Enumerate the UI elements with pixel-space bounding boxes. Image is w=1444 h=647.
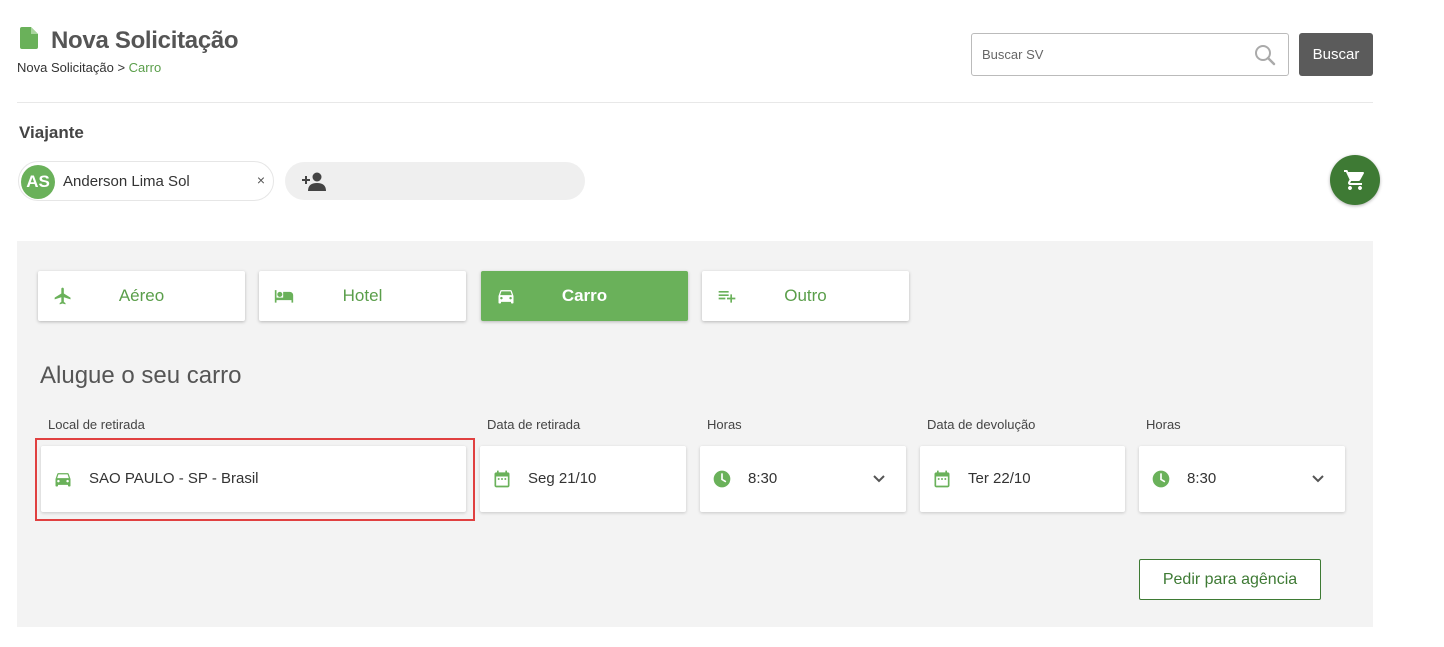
pickup-time-select[interactable]: 8:30 [700,446,906,512]
header-divider [17,102,1373,103]
airplane-icon [54,287,71,305]
breadcrumb-parent[interactable]: Nova Solicitação [17,60,114,75]
return-time-select[interactable]: 8:30 [1139,446,1345,512]
booking-panel: Aéreo Hotel Carro Outro Alugue o seu car… [17,241,1373,627]
playlist-add-icon [718,291,736,303]
return-date-value: Ter 22/10 [968,470,1031,487]
cart-icon [1344,170,1364,190]
car-icon [498,290,514,304]
avatar: AS [21,165,55,199]
search-icon[interactable] [1254,44,1276,66]
add-traveler-field[interactable] [285,162,585,200]
tab-aereo[interactable]: Aéreo [38,271,245,321]
search-box [971,33,1289,76]
clock-icon [713,470,731,488]
return-time-label: Horas [1146,417,1181,432]
return-date-label: Data de devolução [927,417,1036,432]
cart-button[interactable] [1330,155,1380,205]
form-title: Alugue o seu carro [40,362,242,389]
traveler-chip: AS Anderson Lima Sol × [18,161,274,201]
traveler-name: Anderson Lima Sol [63,173,190,190]
breadcrumb-separator: > [117,60,126,75]
breadcrumb-current: Carro [128,60,162,75]
tab-carro[interactable]: Carro [481,271,688,321]
search-button[interactable]: Buscar [1299,33,1373,76]
bed-icon [274,290,294,303]
traveler-section-label: Viajante [19,123,84,142]
highlight-box [35,438,475,521]
add-person-icon[interactable] [302,171,326,191]
return-time-value: 8:30 [1187,470,1217,487]
pickup-date-value: Seg 21/10 [528,470,597,487]
breadcrumb: Nova Solicitação > Carro [17,60,161,75]
pickup-date-label: Data de retirada [487,417,581,432]
document-icon [20,27,38,49]
page-title: Nova Solicitação [51,27,239,54]
calendar-icon [934,470,950,488]
chevron-down-icon [1312,475,1324,483]
calendar-icon [494,470,510,488]
request-agency-button[interactable]: Pedir para agência [1139,559,1321,600]
remove-traveler-icon[interactable]: × [257,172,265,188]
return-date-field[interactable]: Ter 22/10 [920,446,1125,512]
pickup-location-label: Local de retirada [48,417,145,432]
search-input[interactable] [972,34,1242,75]
tab-hotel[interactable]: Hotel [259,271,466,321]
tab-outro[interactable]: Outro [702,271,909,321]
chevron-down-icon [873,475,885,483]
pickup-date-field[interactable]: Seg 21/10 [480,446,686,512]
pickup-time-value: 8:30 [748,470,778,487]
clock-icon [1152,470,1170,488]
pickup-time-label: Horas [707,417,742,432]
